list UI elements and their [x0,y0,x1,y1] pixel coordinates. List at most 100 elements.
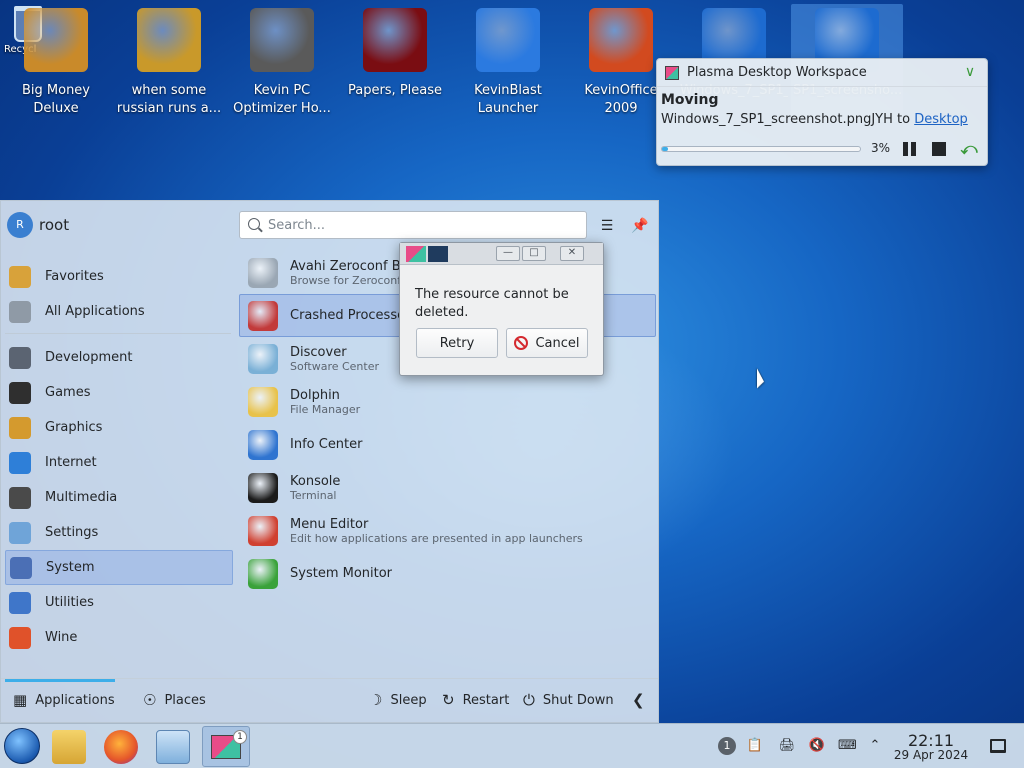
leave-button[interactable]: ❮ [632,691,653,709]
app-name: Crashed Processes [290,308,412,323]
firefox-icon[interactable] [104,730,138,764]
desktop-icon[interactable]: Kevin PC Optimizer Ho... [226,4,338,122]
collapse-chevron-icon[interactable]: ∨ [961,64,979,82]
app-icon [363,8,427,72]
app-name: Dolphin [290,387,340,403]
category-label: All Applications [45,304,145,319]
start-button[interactable] [4,728,40,764]
category-item[interactable]: Development [5,340,233,375]
category-item[interactable]: Utilities [5,585,233,620]
category-icon [9,346,31,369]
category-label: Development [45,350,133,365]
username: root [39,216,70,234]
retry-label: Retry [439,335,475,351]
app-icon [250,8,314,72]
active-tab-indicator [5,679,115,682]
app-icon [406,246,426,262]
app-name: Konsole [290,473,341,489]
desktop-icon[interactable]: when some russian runs a... [113,4,225,122]
taskbar: 1 1 📋 🖨 🔇 ⌨ ⌃ 22:11 29 Apr 2024 [0,723,1024,768]
window-menu-icon[interactable] [428,246,448,262]
search-icon [248,218,260,230]
notification-body: Windows_7_SP1_screenshot.pngJYH to Deskt… [661,112,968,127]
undo-arrow-icon[interactable]: ⤺ [959,139,979,159]
show-desktop-icon[interactable] [990,739,1006,753]
pause-button[interactable] [899,139,919,159]
sleep-button[interactable]: ☽ Sleep [369,691,427,709]
tray-expand-chevron-icon[interactable]: ⌃ [866,737,884,755]
category-icon [9,521,31,544]
category-icon [9,381,31,404]
category-label: Multimedia [45,490,118,505]
app-text: Konsole Terminal [290,474,340,502]
category-label: Settings [45,525,99,540]
category-label: Games [45,385,91,400]
app-list-item[interactable]: Dolphin File Manager [239,380,656,423]
app-name: Info Center [290,437,363,452]
clipboard-icon[interactable]: 📋 [746,737,764,755]
category-item[interactable]: Multimedia [5,480,233,515]
notification-body-text: Windows_7_SP1_screenshot.pngJYH to [661,112,915,127]
notification-count-badge[interactable]: 1 [718,737,736,755]
category-item[interactable]: Games [5,375,233,410]
progress-fill [662,147,668,151]
maximize-button[interactable]: □ [522,246,546,261]
app-list-item[interactable]: System Monitor [239,552,656,595]
desktop-icon[interactable]: KevinBlast Launcher [452,4,564,122]
category-item[interactable]: Favorites [5,259,233,294]
desktop-icon-label: when some russian runs a... [116,83,222,116]
restart-button[interactable]: ↻ Restart [442,691,509,709]
minimize-button[interactable]: — [496,246,520,261]
category-icon [10,556,32,579]
cancel-icon [514,336,529,350]
dialog-titlebar[interactable]: — □ ✕ [400,243,603,265]
app-name: System Monitor [290,566,393,581]
cancel-button[interactable]: Cancel [506,328,588,358]
app-icon [248,429,278,460]
desktop-icon-label: Kevin PC Optimizer Ho... [233,83,331,116]
category-icon [9,416,31,439]
desktop-icon[interactable]: Big Money Deluxe [0,4,112,122]
avatar[interactable]: R [7,212,33,238]
close-button[interactable]: ✕ [560,246,584,261]
grid-icon: ▦ [13,691,28,709]
app-icon [24,8,88,72]
category-item[interactable]: System [5,550,233,585]
app-icon [248,386,278,417]
volume-muted-icon[interactable]: 🔇 [808,737,826,755]
retry-button[interactable]: Retry [416,328,498,358]
shutdown-button[interactable]: ⏻ Shut Down [523,691,614,709]
app-text: Crashed Processes [290,308,412,323]
tab-applications[interactable]: ▦ Applications [13,691,115,709]
category-item[interactable]: Graphics [5,410,233,445]
destination-link[interactable]: Desktop [914,112,968,127]
tab-places[interactable]: ☉ Places [143,691,206,709]
app-text: Discover Software Center [290,345,379,373]
folder-icon[interactable] [52,730,86,764]
app-list-item[interactable]: Menu Editor Edit how applications are pre… [239,509,656,552]
pin-icon[interactable]: 📌 [629,215,651,237]
system-settings-icon[interactable] [156,730,190,764]
category-icon [9,591,31,614]
desktop-icon-label: Papers, Please [347,83,443,98]
notification-header: Plasma Desktop Workspace ∨ [657,59,987,87]
search-input[interactable]: Search... [239,211,587,239]
app-list-item[interactable]: Info Center [239,423,656,466]
category-icon [9,300,31,323]
notification-popup[interactable]: Plasma Desktop Workspace ∨ Moving Window… [656,58,988,166]
category-item[interactable]: Wine [5,620,233,655]
keyboard-layout-icon[interactable]: ⌨ [838,737,857,755]
category-item[interactable]: Internet [5,445,233,480]
category-item[interactable]: Settings [5,515,233,550]
dialog-message: The resource cannot be deleted. [415,287,569,320]
app-icon [248,558,278,589]
printer-icon[interactable]: 🖨 [778,737,796,755]
shutdown-label: Shut Down [542,692,614,708]
stop-button[interactable] [929,139,949,159]
configure-icon[interactable]: ☰ [596,215,618,237]
category-icon [9,451,31,474]
tab-places-label: Places [164,692,206,708]
desktop-icon[interactable]: Papers, Please [339,4,451,122]
category-item[interactable]: All Applications [5,294,233,329]
app-list-item[interactable]: Konsole Terminal [239,466,656,509]
